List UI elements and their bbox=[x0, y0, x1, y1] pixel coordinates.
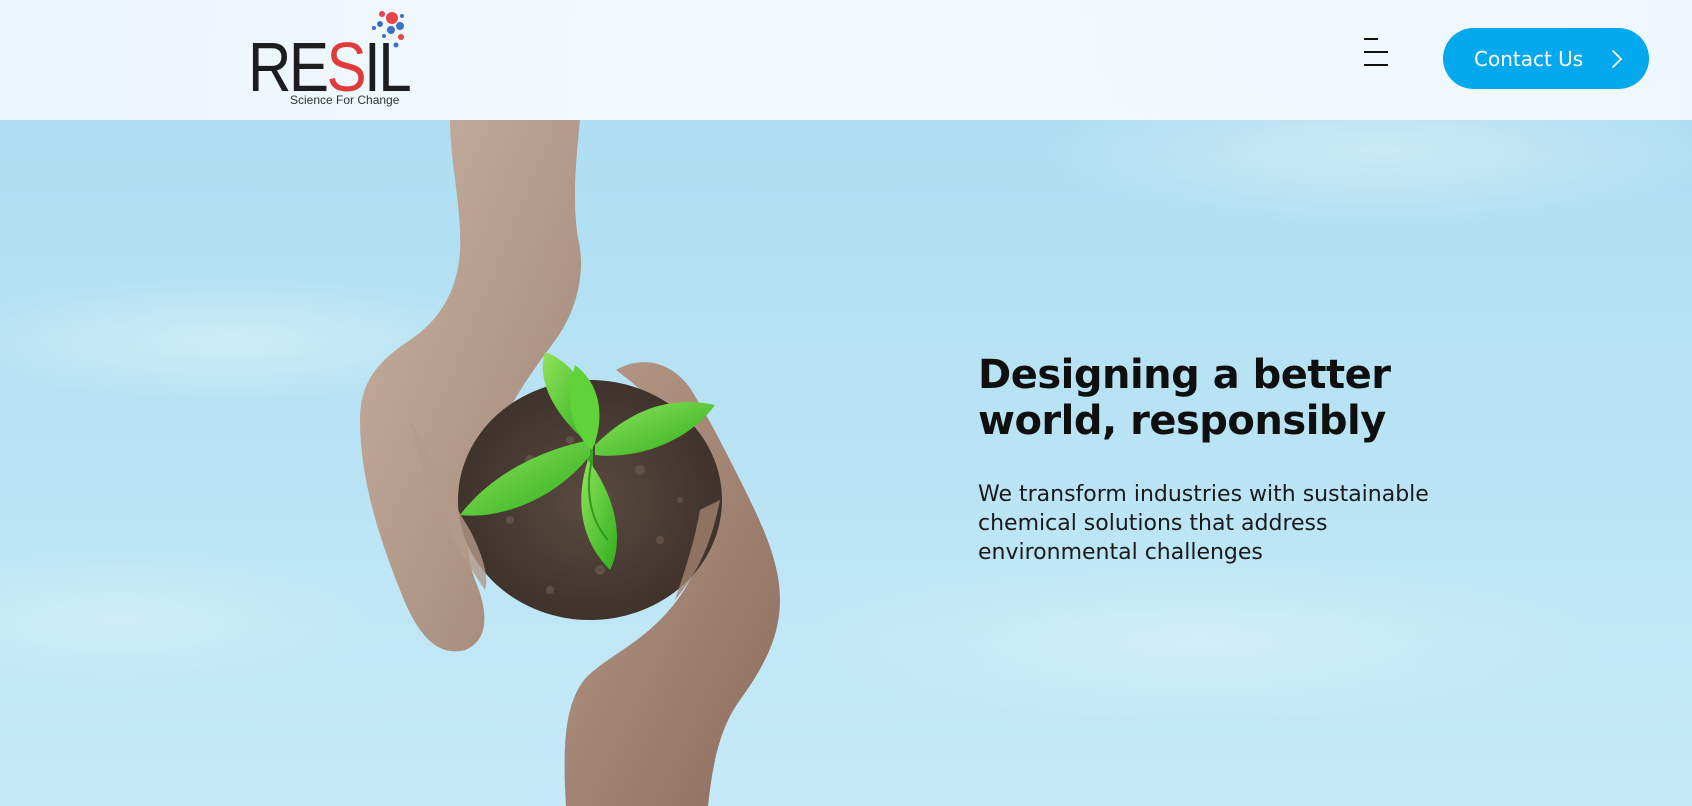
hero-subtitle: We transform industries with sustainable… bbox=[978, 482, 1429, 565]
contact-us-label: Contact Us bbox=[1474, 46, 1584, 71]
hands-holding-seedling-illustration bbox=[360, 120, 780, 806]
chevron-right-icon bbox=[1612, 50, 1622, 68]
brand-logo[interactable]: RESIL Science For Change bbox=[248, 8, 412, 110]
hamburger-menu-icon[interactable] bbox=[1362, 36, 1390, 68]
site-header: RESIL Science For Change Contact Us bbox=[0, 0, 1692, 120]
hero-title: Designing a better world, responsibly bbox=[978, 352, 1391, 444]
logo-tagline: Science For Change bbox=[290, 93, 400, 107]
contact-us-button[interactable]: Contact Us bbox=[1443, 28, 1649, 89]
logo-molecule-icon bbox=[372, 11, 404, 48]
